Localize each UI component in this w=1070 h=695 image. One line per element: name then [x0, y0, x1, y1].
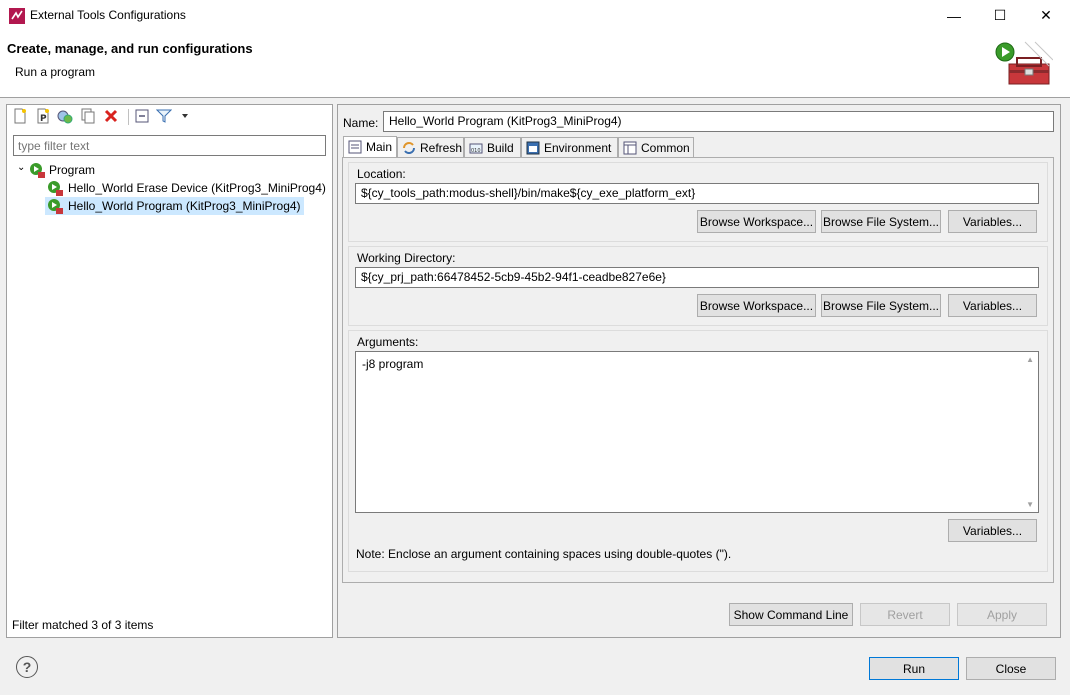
main-tab-content: Location: ${cy_tools_path:modus-shell}/b…: [342, 157, 1054, 583]
maximize-button[interactable]: ☐: [977, 0, 1023, 31]
app-icon: [9, 8, 25, 24]
arguments-variables-button[interactable]: Variables...: [948, 519, 1037, 542]
tab-common[interactable]: Common: [618, 137, 694, 157]
tab-refresh[interactable]: Refresh: [397, 137, 464, 157]
build-icon: 010: [469, 143, 483, 154]
tree-item-label: Hello_World Erase Device (KitProg3_MiniP…: [68, 181, 326, 195]
new-config-icon[interactable]: [12, 108, 28, 124]
tab-main[interactable]: Main: [343, 136, 397, 158]
workdir-browse-filesystem-button[interactable]: Browse File System...: [821, 294, 941, 317]
workdir-variables-button[interactable]: Variables...: [948, 294, 1037, 317]
filter-status: Filter matched 3 of 3 items: [12, 618, 154, 632]
apply-button[interactable]: Apply: [957, 603, 1047, 626]
collapse-all-icon[interactable]: [134, 108, 150, 124]
view-menu-icon[interactable]: [177, 108, 193, 124]
header-banner: Create, manage, and run configurations R…: [0, 31, 1070, 98]
toolbox-run-icon: [995, 41, 1053, 85]
left-toolbar: P: [7, 105, 332, 129]
tree-item-erase-device[interactable]: Hello_World Erase Device (KitProg3_MiniP…: [45, 179, 326, 197]
main-tab-icon: [348, 140, 362, 154]
working-directory-group: Working Directory: ${cy_prj_path:6647845…: [348, 246, 1048, 326]
location-field[interactable]: ${cy_tools_path:modus-shell}/bin/make${c…: [355, 183, 1039, 204]
configuration-editor: Name: Hello_World Program (KitProg3_Mini…: [337, 104, 1061, 638]
arguments-text: -j8 program: [362, 357, 424, 371]
revert-button[interactable]: Revert: [860, 603, 950, 626]
location-browse-workspace-button[interactable]: Browse Workspace...: [697, 210, 816, 233]
location-group: Location: ${cy_tools_path:modus-shell}/b…: [348, 162, 1048, 242]
common-icon: [623, 141, 637, 155]
workdir-browse-workspace-button[interactable]: Browse Workspace...: [697, 294, 816, 317]
tab-build[interactable]: 010 Build: [464, 137, 521, 157]
window-title: External Tools Configurations: [30, 8, 186, 22]
new-prototype-icon[interactable]: P: [35, 108, 51, 124]
tab-label: Main: [366, 140, 393, 154]
tab-environment[interactable]: Environment: [521, 137, 618, 157]
configuration-list-panel: P ⌄ Program Hello_World Erase Device (Ki…: [6, 104, 333, 638]
environment-icon: [526, 141, 540, 155]
refresh-icon: [403, 142, 415, 154]
title-bar: External Tools Configurations — ☐ ✕: [0, 0, 1070, 31]
arguments-group: Arguments: -j8 program ▲ ▼ Variables... …: [348, 330, 1048, 572]
banner-subtitle: Run a program: [15, 65, 96, 79]
tab-label: Refresh: [420, 141, 463, 155]
program-config-icon: [48, 199, 63, 214]
tree-item-program[interactable]: ⌄ Program: [17, 161, 137, 179]
tree-item-label: Program: [49, 163, 96, 177]
toolbar-separator: [128, 109, 129, 125]
name-label: Name:: [343, 116, 379, 130]
program-type-icon: [30, 163, 45, 178]
arguments-textarea[interactable]: -j8 program ▲ ▼: [355, 351, 1039, 513]
name-field[interactable]: Hello_World Program (KitProg3_MiniProg4): [383, 111, 1054, 132]
filter-icon[interactable]: [156, 108, 172, 124]
location-variables-button[interactable]: Variables...: [948, 210, 1037, 233]
tab-label: Common: [641, 141, 690, 155]
tab-label: Build: [487, 141, 514, 155]
scroll-down-icon[interactable]: ▼: [1026, 500, 1034, 509]
working-directory-label: Working Directory:: [357, 251, 456, 265]
working-directory-field[interactable]: ${cy_prj_path:66478452-5cb9-45b2-94f1-ce…: [355, 267, 1039, 288]
export-icon[interactable]: [57, 108, 73, 124]
arguments-note: Note: Enclose an argument containing spa…: [356, 547, 732, 561]
location-browse-filesystem-button[interactable]: Browse File System...: [821, 210, 941, 233]
delete-icon[interactable]: [103, 108, 119, 124]
location-label: Location:: [357, 167, 406, 181]
close-button[interactable]: Close: [966, 657, 1056, 680]
arguments-label: Arguments:: [357, 335, 419, 349]
minimize-button[interactable]: —: [931, 0, 977, 31]
close-window-button[interactable]: ✕: [1023, 0, 1069, 31]
scroll-up-icon[interactable]: ▲: [1026, 355, 1034, 364]
duplicate-icon[interactable]: [80, 108, 96, 124]
program-config-icon: [48, 181, 63, 196]
banner-title: Create, manage, and run configurations: [7, 41, 253, 56]
svg-text:010: 010: [471, 148, 481, 154]
svg-text:P: P: [40, 114, 47, 124]
help-icon[interactable]: ?: [16, 656, 38, 678]
tree-item-label: Hello_World Program (KitProg3_MiniProg4): [68, 199, 301, 213]
tree-item-program-config[interactable]: Hello_World Program (KitProg3_MiniProg4): [45, 197, 304, 215]
chevron-down-icon[interactable]: ⌄: [17, 162, 25, 173]
show-command-line-button[interactable]: Show Command Line: [729, 603, 853, 626]
tab-label: Environment: [544, 141, 612, 155]
run-button[interactable]: Run: [869, 657, 959, 680]
filter-input[interactable]: [13, 135, 326, 156]
